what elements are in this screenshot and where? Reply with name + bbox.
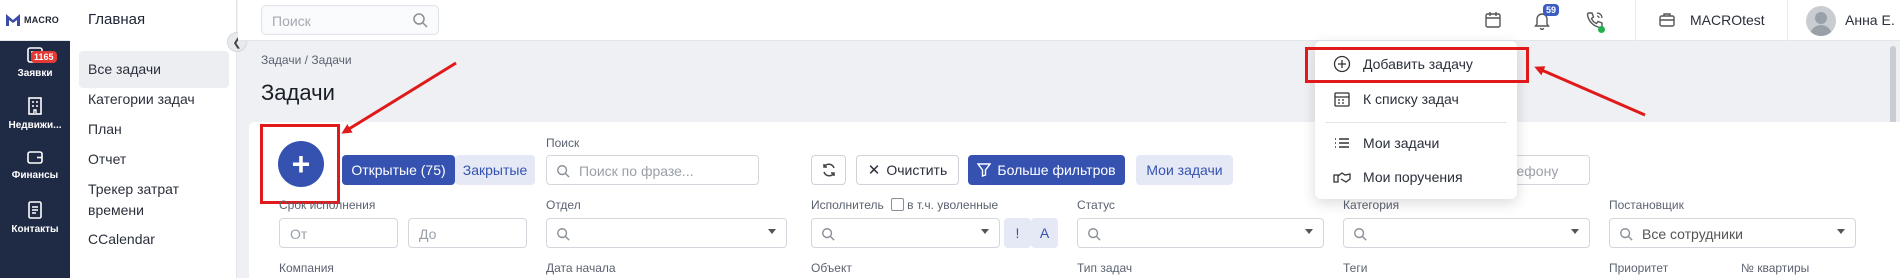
- annotation-arrow: [341, 61, 457, 134]
- annotation-arrow: [1534, 66, 1646, 117]
- annotation-arrows: [341, 61, 1646, 134]
